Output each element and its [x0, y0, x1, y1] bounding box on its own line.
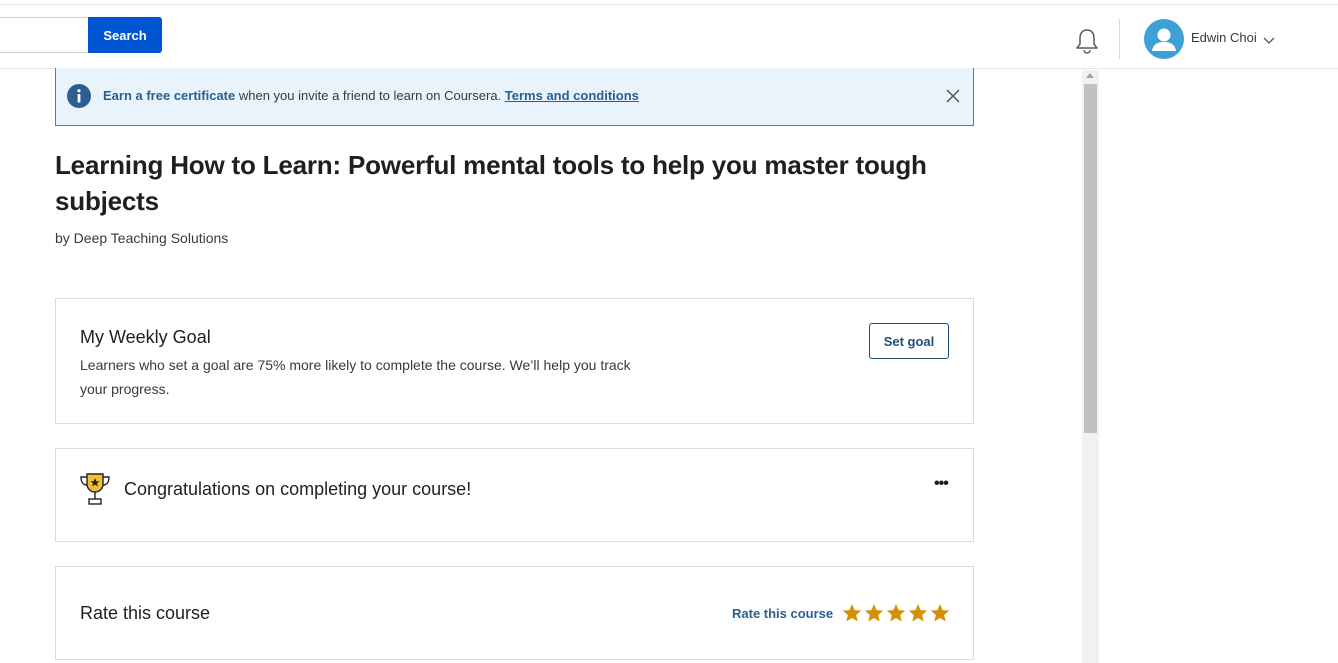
- chevron-down-icon[interactable]: [1263, 33, 1275, 44]
- vertical-scrollbar[interactable]: [1082, 70, 1099, 663]
- completion-message: Congratulations on completing your cours…: [124, 479, 472, 499]
- more-options-icon[interactable]: •••: [934, 475, 949, 493]
- rate-course-title: Rate this course: [80, 603, 211, 623]
- top-header: Search Edwin Choi: [0, 5, 1338, 69]
- search-button[interactable]: Search: [88, 17, 162, 53]
- banner-message: when you invite a friend to learn on Cou…: [235, 88, 505, 103]
- terms-link[interactable]: Terms and conditions: [505, 88, 639, 103]
- scroll-up-arrow-icon[interactable]: [1086, 73, 1094, 78]
- star-icon[interactable]: [886, 603, 906, 623]
- scroll-thumb[interactable]: [1084, 84, 1097, 433]
- page-title: Learning How to Learn: Powerful mental t…: [55, 150, 927, 216]
- header-divider: [1119, 19, 1120, 59]
- weekly-goal-description: Learners who set a goal are 75% more lik…: [80, 357, 631, 397]
- avatar-icon: [1152, 28, 1176, 51]
- star-icon[interactable]: [908, 603, 928, 623]
- star-icon[interactable]: [864, 603, 884, 623]
- info-icon: [67, 84, 91, 108]
- avatar[interactable]: [1144, 19, 1184, 59]
- course-author: by Deep Teaching Solutions: [55, 230, 229, 246]
- completion-card: Congratulations on completing your cours…: [55, 448, 974, 542]
- star-icon[interactable]: [930, 603, 950, 623]
- set-goal-button[interactable]: Set goal: [869, 323, 949, 359]
- weekly-goal-title: My Weekly Goal: [80, 327, 211, 347]
- rate-course-link[interactable]: Rate this course: [732, 606, 833, 621]
- banner-text: Earn a free certificate when you invite …: [103, 88, 639, 103]
- referral-banner: Earn a free certificate when you invite …: [55, 68, 974, 126]
- close-icon[interactable]: [945, 88, 961, 104]
- rate-course-card: Rate this course Rate this course: [55, 566, 974, 660]
- search-input[interactable]: [0, 17, 90, 53]
- star-rating[interactable]: [842, 603, 950, 623]
- banner-highlight: Earn a free certificate: [103, 88, 236, 103]
- star-icon[interactable]: [842, 603, 862, 623]
- bell-icon[interactable]: [1074, 27, 1100, 55]
- weekly-goal-card: My Weekly Goal Learners who set a goal a…: [55, 298, 974, 424]
- user-name[interactable]: Edwin Choi: [1191, 30, 1257, 45]
- trophy-icon: [78, 471, 112, 507]
